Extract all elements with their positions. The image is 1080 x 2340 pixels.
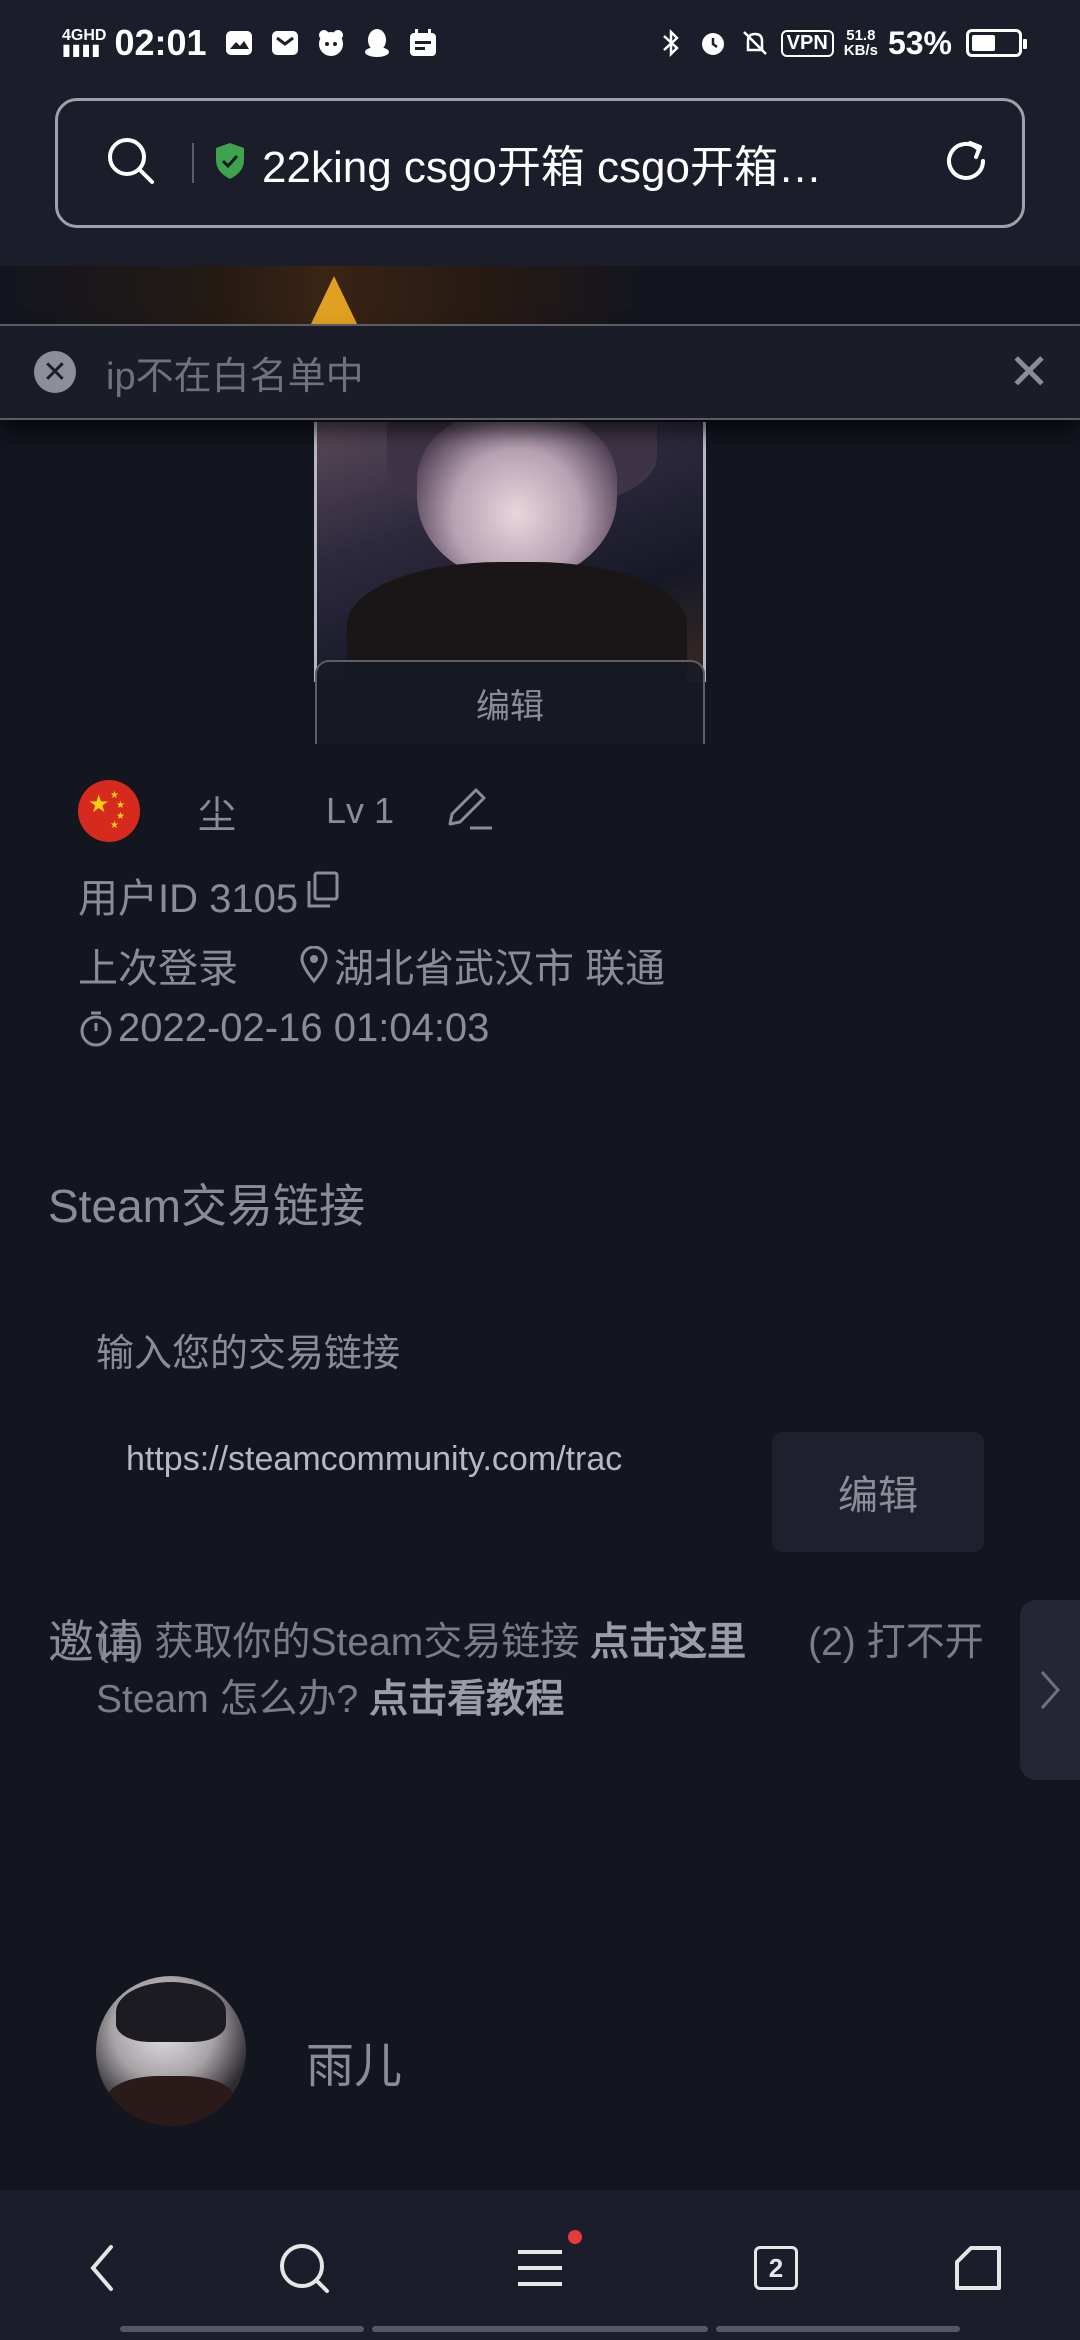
help-step-1: (1) 获取你的Steam交易链接 <box>96 1621 591 1664</box>
last-login-row: 上次登录 湖北省武汉市 联通 <box>78 936 665 994</box>
url-text[interactable]: 22king csgo开箱 csgo开箱… <box>262 131 920 195</box>
flame-decoration <box>310 276 358 326</box>
home-icon <box>955 2246 1001 2290</box>
edit-avatar-button[interactable]: 编辑 <box>315 660 705 744</box>
error-toast: ✕ ip不在白名单中 ✕ <box>0 324 1080 420</box>
home-button[interactable] <box>948 2238 1008 2298</box>
back-button[interactable] <box>72 2238 132 2298</box>
inviter-name: 雨儿 <box>306 2040 403 2093</box>
avatar-face <box>417 422 617 582</box>
last-login-time: 2022-02-16 01:04:03 <box>78 1006 489 1051</box>
user-id-text: 用户ID 3105 <box>78 877 299 921</box>
network-indicator: 4GHD ▮▮▮▮ <box>62 28 106 59</box>
avatar-hair <box>116 1982 226 2042</box>
trade-help-text: (1) 获取你的Steam交易链接 点击这里 (2) 打不开 Steam 怎么办?… <box>96 1614 996 1728</box>
status-bar: 4GHD ▮▮▮▮ 02:01 VPN 51.8 KB/s 53% <box>0 0 1080 86</box>
alarm-icon <box>697 28 729 58</box>
network-speed: 51.8 KB/s <box>844 28 878 58</box>
gesture-bar-center <box>372 2326 708 2332</box>
mute-icon <box>739 28 771 58</box>
login-location: 湖北省武汉市 联通 <box>300 936 665 994</box>
speed-unit: KB/s <box>843 42 878 59</box>
level-badge: Lv 1 <box>326 790 395 831</box>
calendar-icon <box>407 28 439 58</box>
menu-button[interactable] <box>510 2230 582 2298</box>
qq-icon <box>361 28 393 58</box>
trade-link-input[interactable]: https://steamcommunity.com/trac <box>126 1424 686 1494</box>
banner-image <box>0 266 1080 326</box>
copy-icon[interactable] <box>306 871 340 919</box>
browser-toolbar: 22king csgo开箱 csgo开箱… <box>0 86 1080 266</box>
last-login-label: 上次登录 <box>78 947 238 991</box>
side-panel-toggle[interactable] <box>1020 1600 1080 1780</box>
user-id: 用户ID 3105 <box>78 866 340 924</box>
stopwatch-icon <box>80 1011 112 1046</box>
speed-value: 51.8 <box>846 27 876 44</box>
address-bar[interactable]: 22king csgo开箱 csgo开箱… <box>55 98 1025 228</box>
browser-bottom-nav: 2 <box>0 2190 1080 2340</box>
battery-fill <box>972 35 996 51</box>
gesture-bar-right <box>716 2326 960 2332</box>
chevron-right-icon <box>1040 1671 1061 1709</box>
location-pin-icon <box>300 946 328 984</box>
reload-icon[interactable] <box>940 135 992 192</box>
game-icon <box>315 28 347 58</box>
inviter-avatar <box>96 1976 246 2126</box>
search-icon[interactable] <box>104 134 158 193</box>
address-divider <box>192 143 194 183</box>
location-text: 湖北省武汉市 联通 <box>334 947 666 991</box>
vpn-badge: VPN <box>780 29 834 57</box>
tab-count: 2 <box>754 2246 798 2290</box>
battery-percent: 53% <box>887 24 952 61</box>
page-content: 编辑 ✕ ip不在白名单中 ✕ ★ ★ ★ ★ ★ 尘 Lv 1 用户ID 3105 上… <box>0 266 1080 2190</box>
close-icon[interactable]: ✕ <box>1008 347 1050 397</box>
search-icon <box>280 2244 329 2293</box>
login-time-text: 2022-02-16 01:04:03 <box>118 1006 490 1050</box>
menu-icon <box>518 2250 562 2286</box>
search-button[interactable] <box>274 2238 334 2298</box>
trade-link-hint: 输入您的交易链接 <box>96 1333 401 1375</box>
tabs-button[interactable]: 2 <box>746 2238 806 2298</box>
toast-message: ip不在白名单中 <box>106 355 364 398</box>
gallery-icon <box>223 28 255 58</box>
china-flag-icon: ★ ★ ★ ★ ★ <box>78 780 140 842</box>
invite-title: 邀请 <box>48 1616 140 1668</box>
nickname: 尘 <box>198 794 237 837</box>
bluetooth-icon <box>655 28 687 58</box>
clock: 02:01 <box>114 22 207 63</box>
profile-avatar[interactable] <box>314 422 706 682</box>
signal-icon: ▮▮▮▮ <box>62 42 102 59</box>
avatar-body <box>106 2076 236 2126</box>
get-trade-link[interactable]: 点击这里 <box>590 1621 746 1664</box>
back-arrow-icon <box>90 2245 113 2291</box>
gesture-bar-left <box>120 2326 364 2332</box>
edit-profile-icon[interactable] <box>442 782 496 841</box>
mail-icon <box>269 28 301 58</box>
edit-trade-link-button[interactable]: 编辑 <box>772 1432 984 1552</box>
shield-check-icon[interactable] <box>214 142 246 185</box>
battery-icon <box>966 29 1027 57</box>
error-icon: ✕ <box>34 351 76 393</box>
profile-info-row: ★ ★ ★ ★ ★ 尘 Lv 1 <box>78 780 978 842</box>
tutorial-link[interactable]: 点击看教程 <box>369 1678 564 1721</box>
notification-dot <box>568 2230 582 2244</box>
steam-trade-title: Steam交易链接 <box>48 1180 365 1232</box>
